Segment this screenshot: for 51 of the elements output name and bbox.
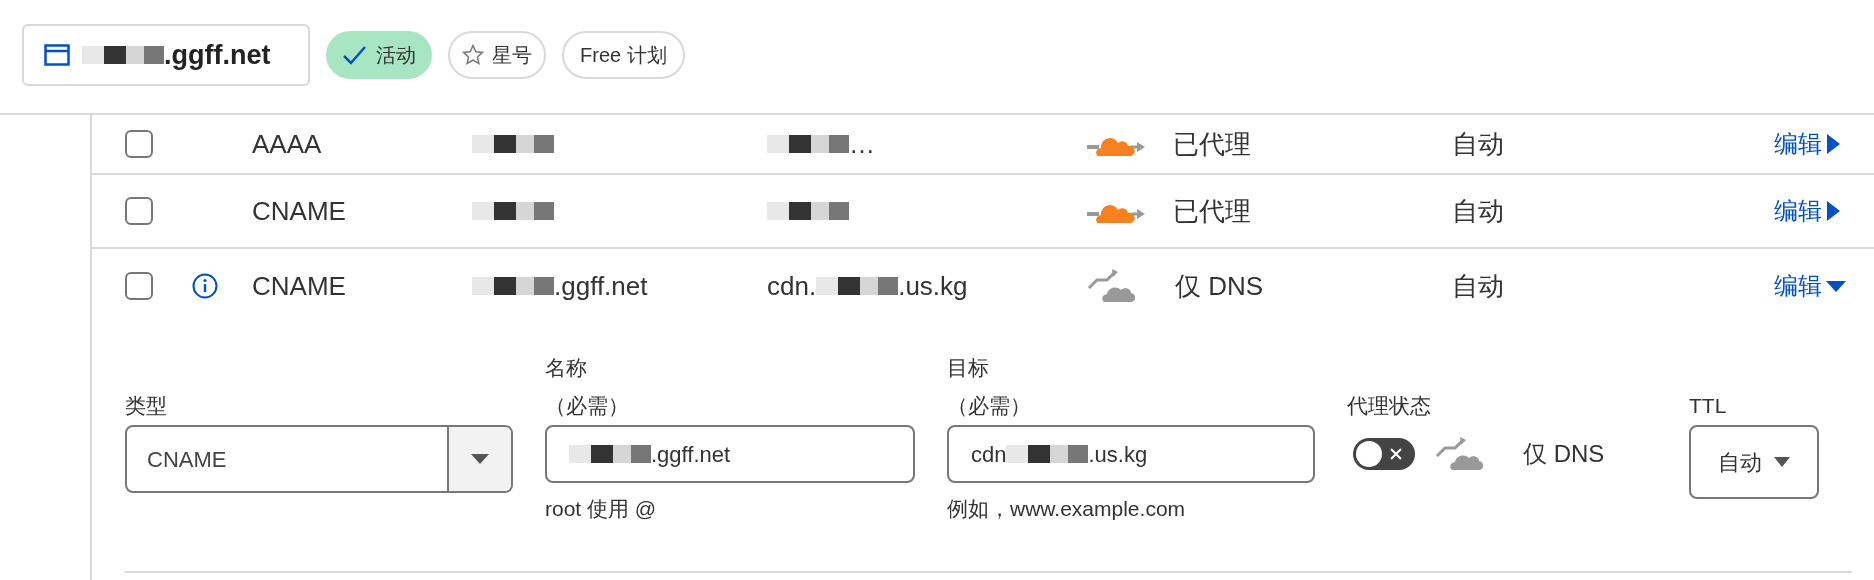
row-checkbox[interactable] [125,197,153,225]
record-name: .ggff.net [554,269,648,303]
caret-right-icon [1826,134,1840,154]
check-icon [342,44,368,66]
field-label: 名称 [545,355,588,381]
record-ttl: 自动 [1452,269,1505,303]
record-content: cdn. [767,269,817,303]
domain-name: .ggff.net [164,38,271,72]
name-input[interactable]: .ggff.net [545,425,915,483]
proxy-status: 仅 DNS [1523,439,1605,469]
proxy-status: 已代理 [1173,127,1251,161]
proxy-toggle[interactable] [1353,438,1415,470]
record-ttl: 自动 [1452,194,1505,228]
target-input[interactable]: cdn .us.kg [947,425,1315,483]
star-icon [462,44,484,66]
field-hint: 例如，www.example.com [947,496,1187,522]
record-ttl: 自动 [1452,127,1505,161]
type-select[interactable]: CNAME [125,425,513,493]
caret-right-icon [1826,201,1840,221]
field-value: .us.kg [1088,440,1148,469]
field-value: .ggff.net [651,440,731,469]
required-note: （必需） [947,392,1032,419]
field-label: TTL [1689,392,1728,419]
record-content: … [849,127,875,161]
proxy-status: 已代理 [1173,194,1251,228]
caret-down-icon [1826,279,1846,293]
record-type: CNAME [252,269,347,303]
browser-window-icon [44,44,70,66]
close-icon [1389,447,1403,461]
field-label: 代理状态 [1347,392,1432,419]
edit-link[interactable]: 编辑 [1774,268,1874,304]
edit-link[interactable]: 编辑 [1774,193,1874,229]
record-type: CNAME [252,194,347,228]
domain-button[interactable]: .ggff.net [22,24,310,86]
plan-badge: Free 计划 [562,31,685,79]
status-badge: 活动 [326,31,432,79]
caret-down-icon [471,454,489,464]
caret-down-icon [1774,457,1790,467]
row-checkbox[interactable] [125,130,153,158]
star-button[interactable]: 星号 [448,31,546,79]
record-type: AAAA [252,127,323,161]
row-checkbox[interactable] [125,272,153,300]
required-note: （必需） [545,392,630,419]
field-hint: root 使用 @ [545,496,658,522]
proxy-status: 仅 DNS [1175,269,1264,303]
ttl-select[interactable]: 自动 [1689,425,1819,499]
field-value: cdn [971,440,1007,469]
field-label: 目标 [947,355,990,381]
field-label: 类型 [125,392,168,419]
edit-link[interactable]: 编辑 [1774,126,1874,162]
record-content: .us.kg [898,269,968,303]
